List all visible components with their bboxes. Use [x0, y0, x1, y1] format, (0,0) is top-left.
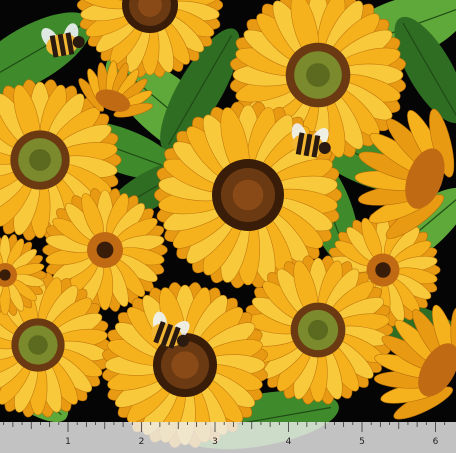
ruler-label: 3 — [212, 437, 218, 447]
ruler-label: 1 — [65, 437, 71, 447]
sunflower-fabric-image: 1 2 3 4 5 6 — [0, 0, 456, 453]
ruler-label: 5 — [359, 437, 365, 447]
ruler-label: 6 — [433, 437, 439, 447]
ruler-label: 2 — [139, 437, 145, 447]
measurement-ruler: 1 2 3 4 5 6 — [0, 422, 456, 453]
sunflower-pattern: 1 2 3 4 5 6 — [0, 0, 456, 453]
ruler-label: 4 — [286, 437, 292, 447]
